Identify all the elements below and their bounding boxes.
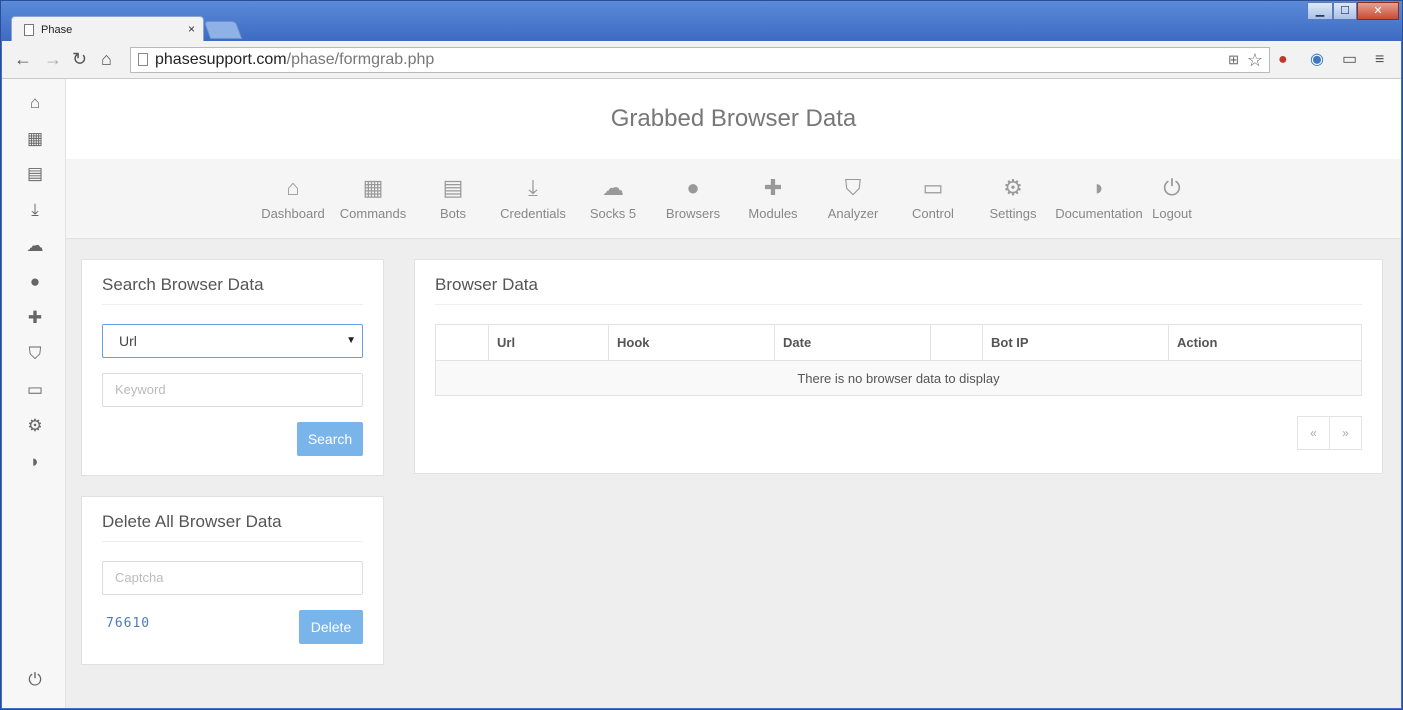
captcha-input[interactable]: Captcha <box>102 561 363 595</box>
page-icon <box>24 23 34 36</box>
pager-next-button[interactable]: » <box>1329 416 1362 450</box>
nav-documentation[interactable]: ◗ Documentation <box>1052 173 1146 221</box>
puzzle-icon: ✚ <box>763 175 783 200</box>
home-icon[interactable]: ⌂ <box>101 49 112 69</box>
extension-cookie-icon[interactable]: ● <box>1278 50 1288 70</box>
cloud-icon: ☁ <box>602 175 624 200</box>
home-icon: ⌂ <box>286 175 300 200</box>
browser-tab[interactable]: Phase × <box>11 16 204 42</box>
address-bar[interactable]: phasesupport.com/phase/formgrab.php ⊞ ☆ <box>130 47 1270 73</box>
monitor-icon[interactable]: ▭ <box>24 379 46 401</box>
shield-icon[interactable]: ⛉ <box>24 343 46 365</box>
pager-prev-button[interactable]: « <box>1297 416 1330 450</box>
column-header-url[interactable]: Url <box>488 324 609 361</box>
url-domain: phasesupport.com <box>155 51 287 68</box>
nav-credentials[interactable]: ⤓ Credentials <box>493 173 573 221</box>
nav-commands[interactable]: ▦ Commands <box>333 173 413 221</box>
url-path: /phase/formgrab.php <box>286 51 435 68</box>
column-header-action: Action <box>1168 324 1362 361</box>
column-header-select[interactable] <box>435 324 489 361</box>
back-icon[interactable]: ← <box>14 49 32 69</box>
calendar-icon[interactable]: ▦ <box>24 128 46 150</box>
power-icon[interactable]: ⏻ <box>24 669 46 691</box>
data-panel: Browser Data Url Hook Date Bot IP Action… <box>414 259 1383 474</box>
page-header: Grabbed Browser Data <box>66 79 1401 159</box>
translate-icon[interactable]: ⊞ <box>1228 48 1239 72</box>
browser-data-table: Url Hook Date Bot IP Action There is no … <box>435 324 1362 396</box>
table-header-row: Url Hook Date Bot IP Action <box>435 324 1362 361</box>
home-icon[interactable]: ⌂ <box>24 92 46 114</box>
table-row: There is no browser data to display <box>435 360 1362 396</box>
star-icon[interactable]: ☆ <box>1247 48 1263 72</box>
nav-settings[interactable]: ⚙ Settings <box>973 173 1053 221</box>
top-nav: ⌂ Dashboard ▦ Commands ▤ Bots ⤓ Credentials … <box>66 159 1401 239</box>
chevron-down-icon: ▼ <box>346 335 356 346</box>
globe-icon: ● <box>686 175 700 200</box>
reload-icon[interactable]: ↻ <box>72 49 87 69</box>
delete-panel: Delete All Browser Data Captcha 76610 De… <box>81 496 384 665</box>
cloud-icon[interactable]: ☁ <box>24 235 46 257</box>
chat-icon[interactable]: ◗ <box>24 451 46 473</box>
maximize-button[interactable]: ☐ <box>1333 2 1357 20</box>
keyword-input[interactable]: Keyword <box>102 373 363 407</box>
globe-icon[interactable]: ● <box>24 271 46 293</box>
nav-dashboard[interactable]: ⌂ Dashboard <box>253 173 333 221</box>
shield-icon: ⛉ <box>844 175 862 200</box>
grid-icon[interactable]: ▤ <box>24 163 46 185</box>
nav-modules[interactable]: ✚ Modules <box>733 173 813 221</box>
data-panel-title: Browser Data <box>435 260 1362 305</box>
chat-icon: ◗ <box>1092 175 1106 200</box>
captcha-image: 76610 <box>106 616 151 631</box>
puzzle-icon[interactable]: ✚ <box>24 307 46 329</box>
gears-icon[interactable]: ⚙ <box>24 415 46 437</box>
search-panel-title: Search Browser Data <box>102 260 363 305</box>
empty-message: There is no browser data to display <box>435 360 1362 396</box>
power-icon: ⏻ <box>1163 175 1181 200</box>
nav-analyzer[interactable]: ⛉ Analyzer <box>813 173 893 221</box>
search-panel: Search Browser Data Url ▼ Keyword Search <box>81 259 384 476</box>
tab-close-icon[interactable]: × <box>188 22 195 36</box>
column-header-date[interactable]: Date <box>774 324 931 361</box>
close-window-button[interactable]: ✕ <box>1357 2 1399 20</box>
field-select[interactable]: Url ▼ <box>102 324 363 358</box>
menu-icon[interactable]: ≡ <box>1375 50 1384 70</box>
nav-bots[interactable]: ▤ Bots <box>413 173 493 221</box>
column-header-hook[interactable]: Hook <box>608 324 775 361</box>
column-header-bot-ip[interactable]: Bot IP <box>982 324 1169 361</box>
extension-globe-icon[interactable]: ◉ <box>1310 50 1324 70</box>
nav-socks5[interactable]: ☁ Socks 5 <box>573 173 653 221</box>
download-icon[interactable]: ⤓ <box>24 199 46 221</box>
sidebar: ⌂ ▦ ▤ ⤓ ☁ ● ✚ ⛉ ▭ ⚙ ◗ ⏻ <box>2 79 66 708</box>
monitor-icon: ▭ <box>922 175 944 200</box>
title-bar: Phase × ▁ ☐ ✕ <box>1 1 1402 42</box>
nav-logout[interactable]: ⏻ Logout <box>1142 173 1202 221</box>
page-content: ⌂ ▦ ▤ ⤓ ☁ ● ✚ ⛉ ▭ ⚙ ◗ ⏻ Grabbed Browser … <box>2 79 1401 708</box>
search-button[interactable]: Search <box>297 422 363 456</box>
cast-icon[interactable]: ▭ <box>1342 50 1357 70</box>
page-icon <box>138 53 148 66</box>
field-select-value: Url <box>119 333 137 349</box>
forward-icon[interactable]: → <box>44 49 62 69</box>
calendar-icon: ▦ <box>362 175 384 200</box>
gears-icon: ⚙ <box>1003 175 1023 200</box>
browser-window: Phase × ▁ ☐ ✕ ← → ↻ ⌂ phasesupport.com/p… <box>0 0 1403 710</box>
column-header-blank <box>930 324 983 361</box>
delete-button[interactable]: Delete <box>299 610 363 644</box>
browser-toolbar: ← → ↻ ⌂ phasesupport.com/phase/formgrab.… <box>2 41 1401 79</box>
page-title: Grabbed Browser Data <box>610 105 857 132</box>
nav-browsers[interactable]: ● Browsers <box>653 173 733 221</box>
nav-control[interactable]: ▭ Control <box>893 173 973 221</box>
download-icon: ⤓ <box>528 175 538 200</box>
grid-icon: ▤ <box>442 175 464 200</box>
tab-title: Phase <box>41 23 73 36</box>
minimize-button[interactable]: ▁ <box>1307 2 1333 20</box>
delete-panel-title: Delete All Browser Data <box>102 497 363 542</box>
new-tab-button[interactable] <box>203 21 243 39</box>
